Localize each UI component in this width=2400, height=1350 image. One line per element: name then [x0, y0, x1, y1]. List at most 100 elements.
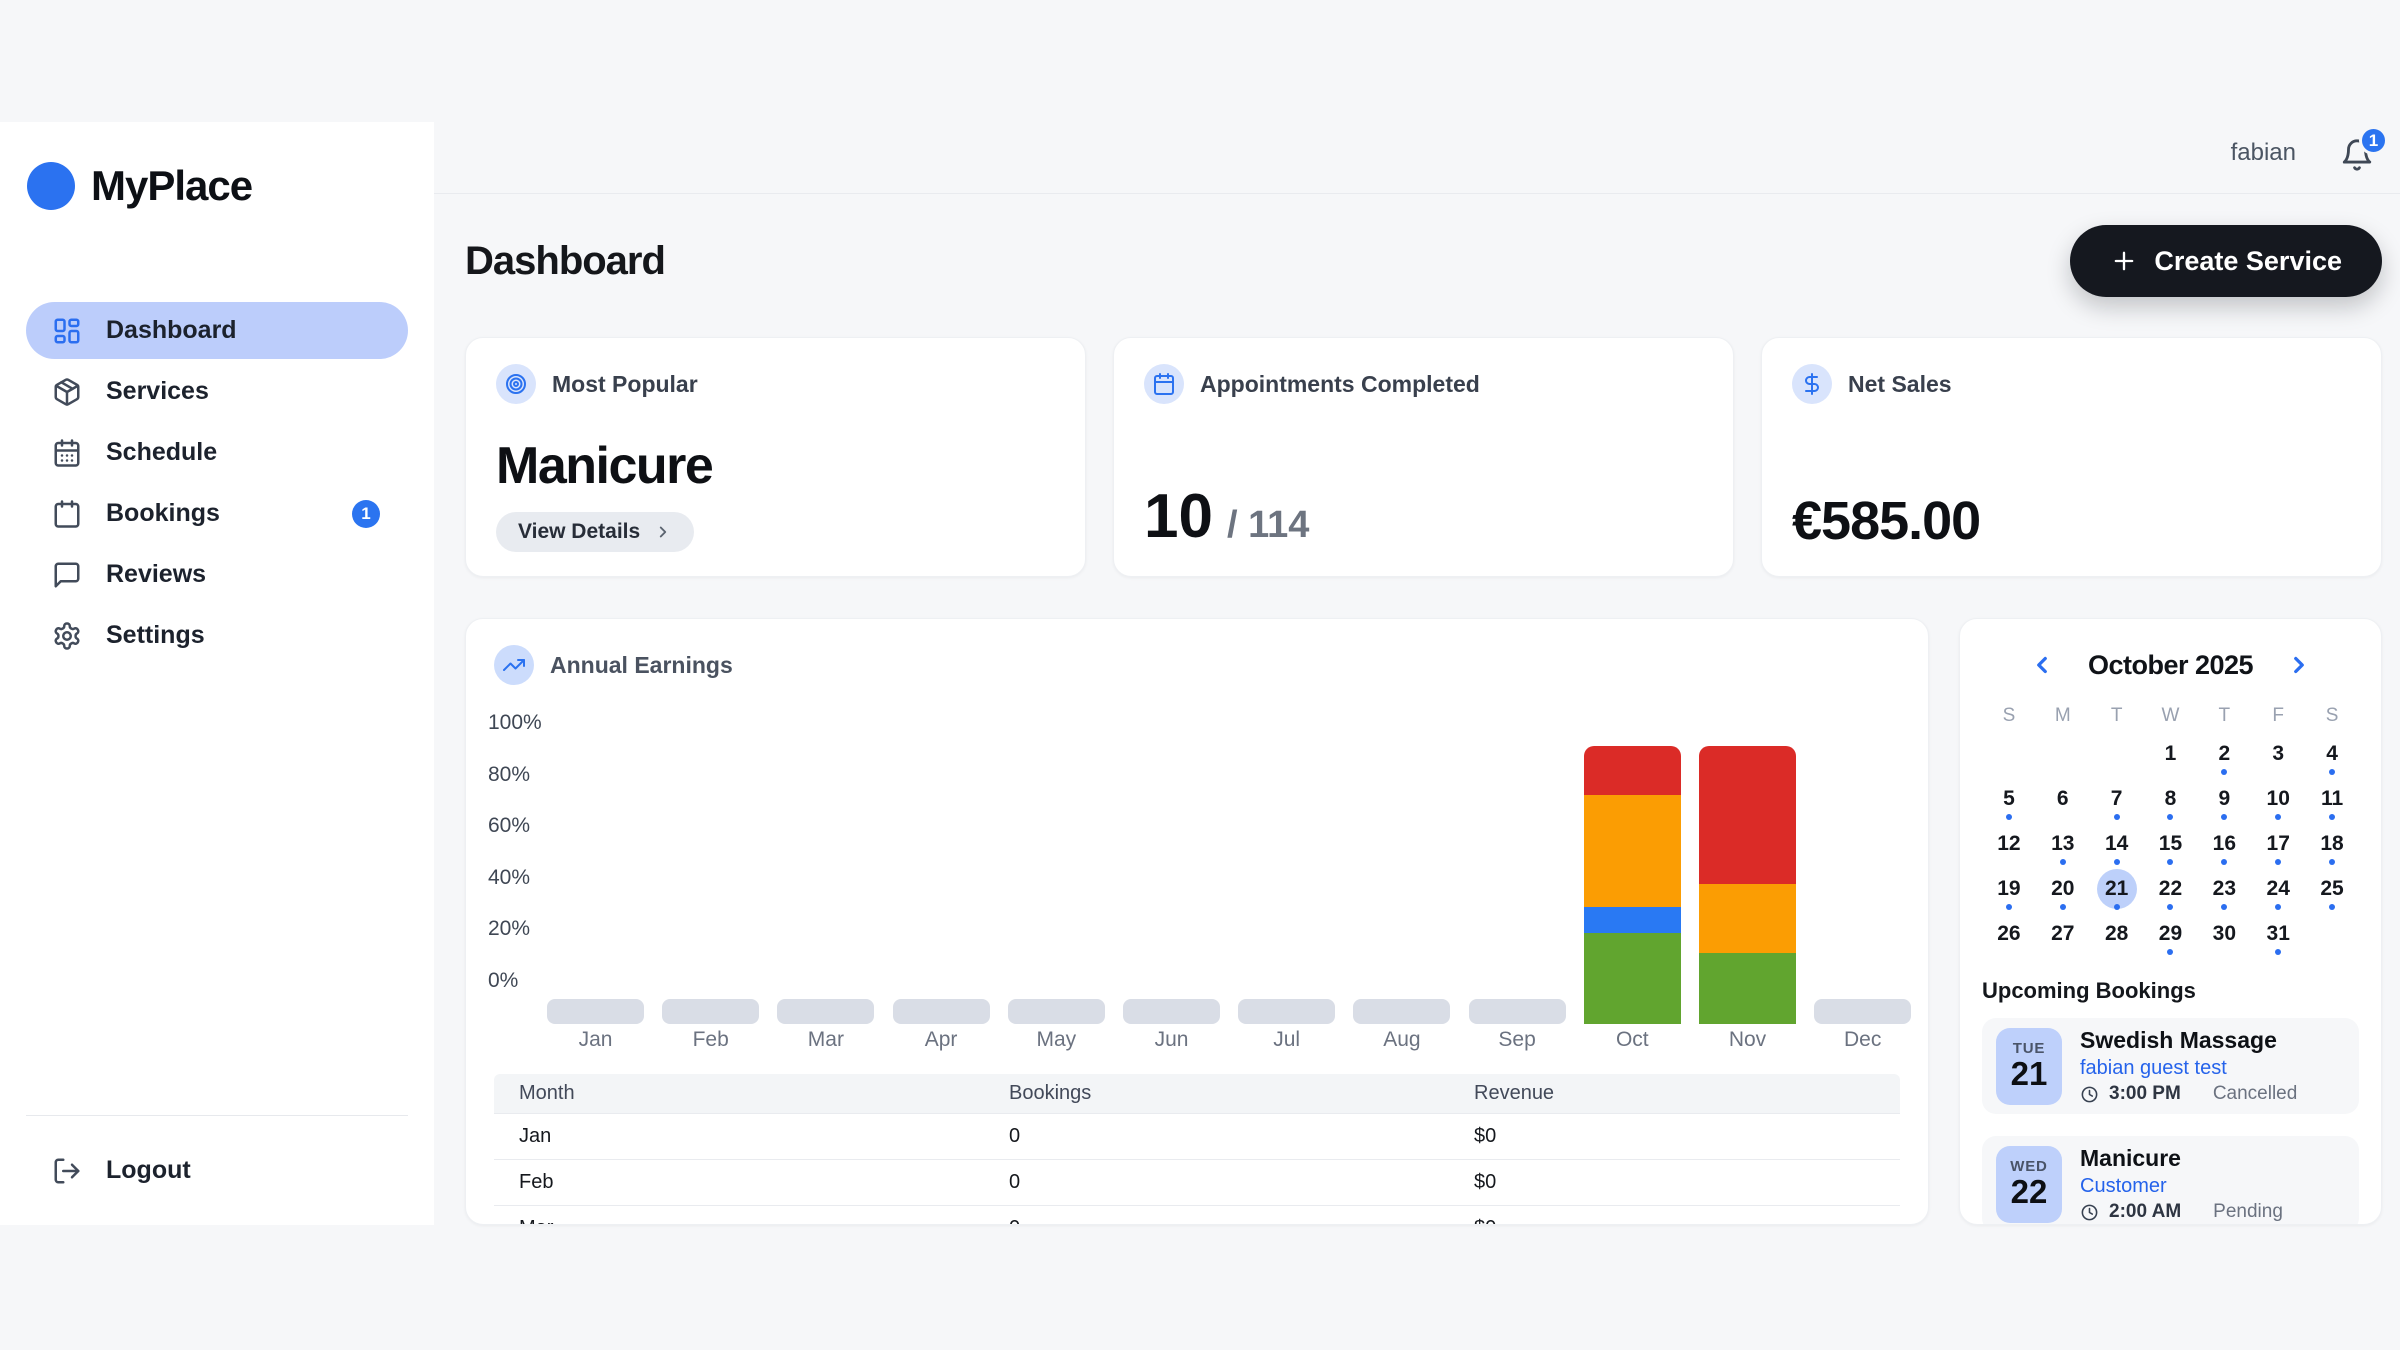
- calendar-day-number: 17: [2267, 832, 2290, 856]
- calendar-day[interactable]: 8: [2144, 776, 2198, 821]
- y-axis-tick: 0%: [488, 969, 536, 993]
- calendar-day[interactable]: 30: [2197, 911, 2251, 956]
- booking-dot-icon: [2221, 769, 2227, 775]
- calendar-day[interactable]: 7: [2090, 776, 2144, 821]
- bar-segment-Oct-blue: [1584, 907, 1681, 933]
- earnings-chart: 100%80%60%40%20%0%JanFebMarAprMayJunJulA…: [494, 703, 1900, 1060]
- x-axis-label: Feb: [662, 1028, 759, 1052]
- topbar: fabian 1: [434, 0, 2400, 194]
- calendar-day-number: 26: [1997, 922, 2020, 946]
- calendar-day[interactable]: 1: [2144, 731, 2198, 776]
- bar-segment-Nov-orange: [1699, 884, 1796, 953]
- calendar-day[interactable]: 16: [2197, 821, 2251, 866]
- sidebar-divider: [26, 1115, 408, 1116]
- booking-dot-icon: [2114, 814, 2120, 820]
- sidebar-item-dashboard[interactable]: Dashboard: [26, 302, 408, 359]
- prev-month-button[interactable]: [2026, 649, 2058, 681]
- calendar-day[interactable]: 28: [2090, 911, 2144, 956]
- calendar-day[interactable]: 26: [1982, 911, 2036, 956]
- calendar-day-number: 13: [2051, 832, 2074, 856]
- x-axis-label: Nov: [1699, 1028, 1796, 1052]
- calendar-day-number: 24: [2267, 877, 2290, 901]
- bar-empty-Apr: [893, 999, 990, 1024]
- calendar-day[interactable]: 27: [2036, 911, 2090, 956]
- plus-icon: [2110, 247, 2138, 275]
- table-header-cell: Revenue: [1449, 1074, 1900, 1113]
- sidebar-item-reviews[interactable]: Reviews: [26, 546, 408, 603]
- appointments-completed: 10: [1144, 481, 1213, 552]
- appointments-title: Appointments Completed: [1200, 371, 1480, 398]
- calendar-day[interactable]: 5: [1982, 776, 2036, 821]
- calendar-day[interactable]: 20: [2036, 866, 2090, 911]
- booking-card[interactable]: TUE21Swedish Massagefabian guest test3:0…: [1982, 1018, 2359, 1114]
- logout-button[interactable]: Logout: [26, 1142, 408, 1199]
- calendar-day[interactable]: 10: [2251, 776, 2305, 821]
- table-cell: Feb: [494, 1160, 984, 1205]
- chevron-right-icon: [2286, 652, 2312, 678]
- calendar-day[interactable]: 12: [1982, 821, 2036, 866]
- booking-service: Manicure: [2080, 1145, 2283, 1172]
- sidebar-item-label: Settings: [106, 621, 205, 650]
- chevron-right-icon: [654, 523, 672, 541]
- booking-card[interactable]: WED22ManicureCustomer2:00 AMPending: [1982, 1136, 2359, 1225]
- calendar-day[interactable]: 18: [2305, 821, 2359, 866]
- sidebar-item-label: Reviews: [106, 560, 206, 589]
- x-axis-label: Jun: [1123, 1028, 1220, 1052]
- table-header-cell: Month: [494, 1074, 984, 1113]
- sidebar-item-services[interactable]: Services: [26, 363, 408, 420]
- booking-info: Swedish Massagefabian guest test3:00 PMC…: [2080, 1027, 2297, 1105]
- calendar-weekday: F: [2251, 701, 2305, 731]
- most-popular-card: Most Popular Manicure View Details: [465, 337, 1086, 577]
- calendar-day[interactable]: 11: [2305, 776, 2359, 821]
- sidebar-item-settings[interactable]: Settings: [26, 607, 408, 664]
- target-icon: [496, 364, 536, 404]
- calendar-day[interactable]: 24: [2251, 866, 2305, 911]
- calendar-day[interactable]: 25: [2305, 866, 2359, 911]
- calendar-weekday: T: [2090, 701, 2144, 731]
- earnings-table: MonthBookingsRevenueJan0$0Feb0$0Mar0$0: [494, 1074, 1900, 1225]
- table-row: Jan0$0: [494, 1113, 1900, 1159]
- chat-icon: [52, 560, 82, 590]
- calendar-day[interactable]: 22: [2144, 866, 2198, 911]
- booking-customer-link[interactable]: Customer: [2080, 1175, 2283, 1198]
- calendar-day[interactable]: 13: [2036, 821, 2090, 866]
- calendar-day[interactable]: 6: [2036, 776, 2090, 821]
- calendar-day[interactable]: 21: [2090, 866, 2144, 911]
- x-axis-label: May: [1008, 1028, 1105, 1052]
- bar-empty-Jan: [547, 999, 644, 1024]
- calendar-day[interactable]: 15: [2144, 821, 2198, 866]
- table-cell: $0: [1449, 1206, 1900, 1225]
- table-header-cell: Bookings: [984, 1074, 1449, 1113]
- x-axis-label: Mar: [777, 1028, 874, 1052]
- calendar-day[interactable]: 17: [2251, 821, 2305, 866]
- sidebar-item-schedule[interactable]: Schedule: [26, 424, 408, 481]
- booking-dot-icon: [2329, 814, 2335, 820]
- calendar-day-number: 12: [1997, 832, 2020, 856]
- clock-icon: [2080, 1203, 2099, 1222]
- y-axis-tick: 100%: [488, 711, 536, 735]
- calendar-day[interactable]: 31: [2251, 911, 2305, 956]
- calendar-day[interactable]: 3: [2251, 731, 2305, 776]
- calendar-day[interactable]: 19: [1982, 866, 2036, 911]
- net-sales-title: Net Sales: [1848, 371, 1952, 398]
- booking-status: Cancelled: [2213, 1083, 2298, 1105]
- notifications-button[interactable]: 1: [2340, 134, 2376, 172]
- table-cell: $0: [1449, 1160, 1900, 1205]
- sidebar-item-bookings[interactable]: Bookings1: [26, 485, 408, 542]
- calendar-blank-cell: [1982, 731, 2036, 776]
- create-service-button[interactable]: Create Service: [2070, 225, 2382, 297]
- calendar-grid: 1234567891011121314151617181920212223242…: [1982, 731, 2359, 956]
- calendar-day[interactable]: 2: [2197, 731, 2251, 776]
- booking-status: Pending: [2213, 1201, 2283, 1223]
- calendar-day[interactable]: 14: [2090, 821, 2144, 866]
- calendar-day[interactable]: 9: [2197, 776, 2251, 821]
- view-details-button[interactable]: View Details: [496, 512, 694, 552]
- booking-dot-icon: [2329, 904, 2335, 910]
- next-month-button[interactable]: [2283, 649, 2315, 681]
- calendar-day[interactable]: 4: [2305, 731, 2359, 776]
- calendar-day[interactable]: 29: [2144, 911, 2198, 956]
- booking-customer-link[interactable]: fabian guest test: [2080, 1057, 2297, 1080]
- booking-dot-icon: [2060, 904, 2066, 910]
- calendar-day[interactable]: 23: [2197, 866, 2251, 911]
- calendar-day-number: 25: [2320, 877, 2343, 901]
